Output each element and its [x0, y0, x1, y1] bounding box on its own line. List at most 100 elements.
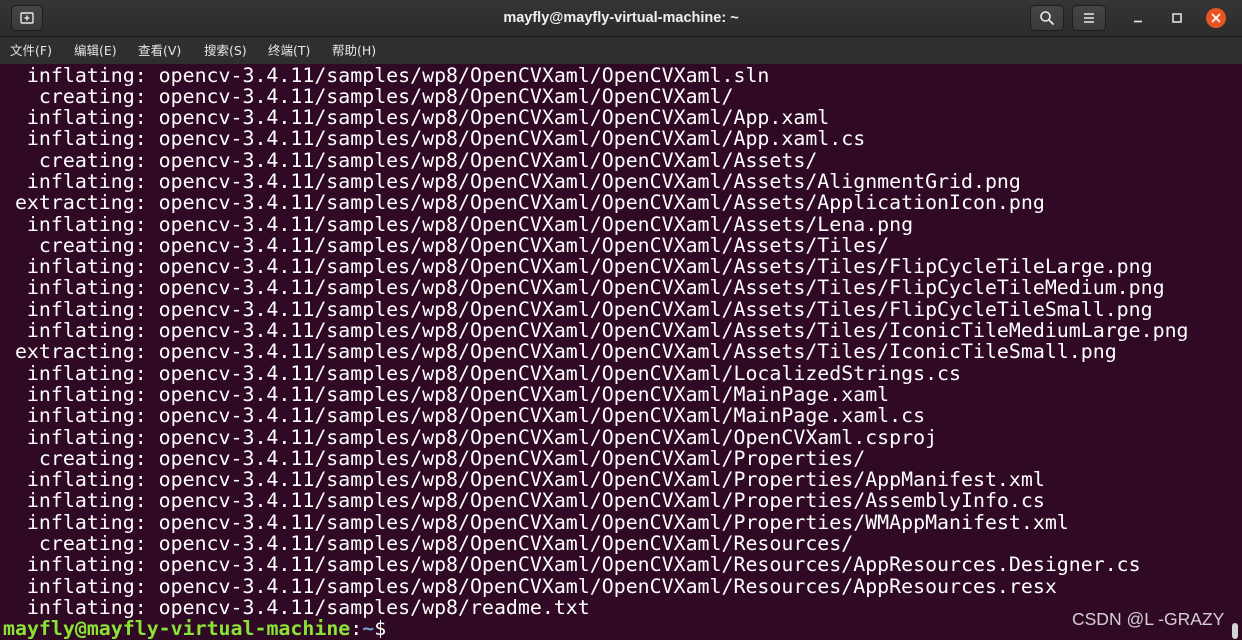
output-path: opencv-3.4.11/samples/wp8/OpenCVXaml/Ope… — [158, 446, 866, 470]
output-action: creating: — [38, 148, 147, 172]
output-path: opencv-3.4.11/samples/wp8/OpenCVXaml/Ope… — [158, 489, 1045, 513]
output-line: inflating: opencv-3.4.11/samples/wp8/Open… — [3, 319, 1242, 343]
output-path: opencv-3.4.11/samples/wp8/OpenCVXaml/Ope… — [158, 319, 1189, 343]
close-icon — [1211, 13, 1221, 23]
window-title: mayfly@mayfly-virtual-machine: ~ — [503, 10, 739, 26]
output-line: inflating: opencv-3.4.11/samples/wp8/Open… — [3, 276, 1242, 300]
output-action: inflating: — [26, 553, 147, 577]
output-action: inflating: — [26, 255, 147, 279]
output-line: inflating: opencv-3.4.11/samples/wp8/Open… — [3, 169, 1242, 193]
tab-new-icon — [20, 12, 34, 24]
output-line: inflating: opencv-3.4.11/samples/wp8/Open… — [3, 212, 1242, 236]
output-path: opencv-3.4.11/samples/wp8/OpenCVXaml/Ope… — [158, 169, 1021, 193]
output-path: opencv-3.4.11/samples/wp8/OpenCVXaml/Ope… — [158, 148, 818, 172]
output-action: creating: — [38, 446, 147, 470]
menu-button[interactable] — [1072, 5, 1106, 31]
terminal-view[interactable]: inflating: opencv-3.4.11/samples/wp8/Open… — [0, 64, 1242, 640]
output-path: opencv-3.4.11/samples/wp8/OpenCVXaml/Ope… — [158, 532, 854, 556]
hamburger-menu-icon — [1084, 13, 1094, 23]
prompt-symbol: $ — [374, 617, 387, 640]
output-line: creating: opencv-3.4.11/samples/wp8/OpenC… — [3, 446, 1242, 470]
output-path: opencv-3.4.11/samples/wp8/OpenCVXaml/Ope… — [158, 425, 938, 449]
output-action: extracting: — [14, 340, 147, 364]
output-path: opencv-3.4.11/samples/wp8/OpenCVXaml/Ope… — [158, 84, 734, 108]
output-action: inflating: — [26, 64, 147, 87]
output-action: inflating: — [26, 127, 147, 151]
menu-terminal[interactable]: 终端(T) — [268, 37, 310, 64]
output-action: creating: — [38, 233, 147, 257]
menu-file[interactable]: 文件(F) — [10, 37, 52, 64]
output-path: opencv-3.4.11/samples/wp8/OpenCVXaml/Ope… — [158, 340, 1117, 364]
output-line: inflating: opencv-3.4.11/samples/wp8/Open… — [3, 382, 1242, 406]
headerbar[interactable]: mayfly@mayfly-virtual-machine: ~ — [0, 0, 1242, 37]
output-path: opencv-3.4.11/samples/wp8/OpenCVXaml/Ope… — [158, 276, 1165, 300]
menu-edit[interactable]: 编辑(E) — [74, 37, 117, 64]
menubar: 文件(F) 编辑(E) 查看(V) 搜索(S) 终端(T) 帮助(H) — [0, 37, 1242, 64]
minimize-button[interactable] — [1128, 8, 1148, 28]
output-action: inflating: — [26, 574, 147, 598]
output-action: inflating: — [26, 169, 147, 193]
output-path: opencv-3.4.11/samples/wp8/OpenCVXaml/Ope… — [158, 64, 770, 87]
output-line: creating: opencv-3.4.11/samples/wp8/OpenC… — [3, 148, 1242, 172]
maximize-button[interactable] — [1167, 8, 1187, 28]
output-line: inflating: opencv-3.4.11/samples/wp8/Open… — [3, 468, 1242, 492]
output-path: opencv-3.4.11/samples/wp8/OpenCVXaml/Ope… — [158, 468, 1045, 492]
maximize-icon — [1172, 13, 1182, 23]
output-line: inflating: opencv-3.4.11/samples/wp8/Open… — [3, 127, 1242, 151]
output-line: inflating: opencv-3.4.11/samples/wp8/Open… — [3, 489, 1242, 513]
output-line: creating: opencv-3.4.11/samples/wp8/OpenC… — [3, 84, 1242, 108]
output-path: opencv-3.4.11/samples/wp8/OpenCVXaml/Ope… — [158, 404, 926, 428]
output-action: inflating: — [26, 489, 147, 513]
output-path: opencv-3.4.11/samples/wp8/OpenCVXaml/Ope… — [158, 212, 914, 236]
prompt-cwd: ~ — [362, 617, 375, 640]
output-action: extracting: — [14, 191, 147, 215]
output-action: inflating: — [26, 361, 147, 385]
output-line: extracting: opencv-3.4.11/samples/wp8/Ope… — [3, 191, 1242, 215]
output-line: inflating: opencv-3.4.11/samples/wp8/Open… — [3, 574, 1242, 598]
minimize-icon — [1134, 20, 1142, 23]
output-line: inflating: opencv-3.4.11/samples/wp8/read… — [3, 595, 1242, 619]
output-action: inflating: — [26, 468, 147, 492]
close-button[interactable] — [1206, 8, 1226, 28]
output-path: opencv-3.4.11/samples/wp8/OpenCVXaml/Ope… — [158, 297, 1153, 321]
output-line: inflating: opencv-3.4.11/samples/wp8/Open… — [3, 106, 1242, 130]
output-line: inflating: opencv-3.4.11/samples/wp8/Open… — [3, 553, 1242, 577]
output-path: opencv-3.4.11/samples/wp8/readme.txt — [158, 595, 590, 619]
output-action: inflating: — [26, 106, 147, 130]
prompt-line[interactable]: mayfly@mayfly-virtual-machine:~$ — [3, 618, 1242, 639]
output-action: inflating: — [26, 425, 147, 449]
output-action: inflating: — [26, 382, 147, 406]
menu-help[interactable]: 帮助(H) — [332, 37, 376, 64]
search-icon — [1040, 11, 1054, 25]
output-action: inflating: — [26, 319, 147, 343]
output-path: opencv-3.4.11/samples/wp8/OpenCVXaml/Ope… — [158, 361, 961, 385]
output-line: creating: opencv-3.4.11/samples/wp8/OpenC… — [3, 532, 1242, 556]
prompt-separator: : — [350, 617, 363, 640]
output-path: opencv-3.4.11/samples/wp8/OpenCVXaml/Ope… — [158, 510, 1069, 534]
prompt-user-host: mayfly@mayfly-virtual-machine — [3, 617, 351, 640]
output-path: opencv-3.4.11/samples/wp8/OpenCVXaml/Ope… — [158, 574, 1057, 598]
output-action: inflating: — [26, 510, 147, 534]
output-action: inflating: — [26, 276, 147, 300]
output-line: inflating: opencv-3.4.11/samples/wp8/Open… — [3, 361, 1242, 385]
output-action: creating: — [38, 532, 147, 556]
output-line: inflating: opencv-3.4.11/samples/wp8/Open… — [3, 255, 1242, 279]
output-line: inflating: opencv-3.4.11/samples/wp8/Open… — [3, 64, 1242, 87]
output-path: opencv-3.4.11/samples/wp8/OpenCVXaml/Ope… — [158, 382, 890, 406]
output-action: inflating: — [26, 595, 147, 619]
menu-view[interactable]: 查看(V) — [138, 37, 181, 64]
output-path: opencv-3.4.11/samples/wp8/OpenCVXaml/Ope… — [158, 233, 890, 257]
output-path: opencv-3.4.11/samples/wp8/OpenCVXaml/Ope… — [158, 191, 1045, 215]
output-line: extracting: opencv-3.4.11/samples/wp8/Ope… — [3, 340, 1242, 364]
new-tab-button[interactable] — [11, 5, 43, 31]
search-button[interactable] — [1030, 5, 1064, 31]
output-line: inflating: opencv-3.4.11/samples/wp8/Open… — [3, 297, 1242, 321]
menu-search[interactable]: 搜索(S) — [204, 37, 247, 64]
output-path: opencv-3.4.11/samples/wp8/OpenCVXaml/Ope… — [158, 106, 830, 130]
output-action: creating: — [38, 84, 147, 108]
scrollbar-thumb[interactable] — [1232, 623, 1238, 639]
output-line: inflating: opencv-3.4.11/samples/wp8/Open… — [3, 510, 1242, 534]
output-line: creating: opencv-3.4.11/samples/wp8/OpenC… — [3, 233, 1242, 257]
output-path: opencv-3.4.11/samples/wp8/OpenCVXaml/Ope… — [158, 553, 1141, 577]
output-line: inflating: opencv-3.4.11/samples/wp8/Open… — [3, 404, 1242, 428]
